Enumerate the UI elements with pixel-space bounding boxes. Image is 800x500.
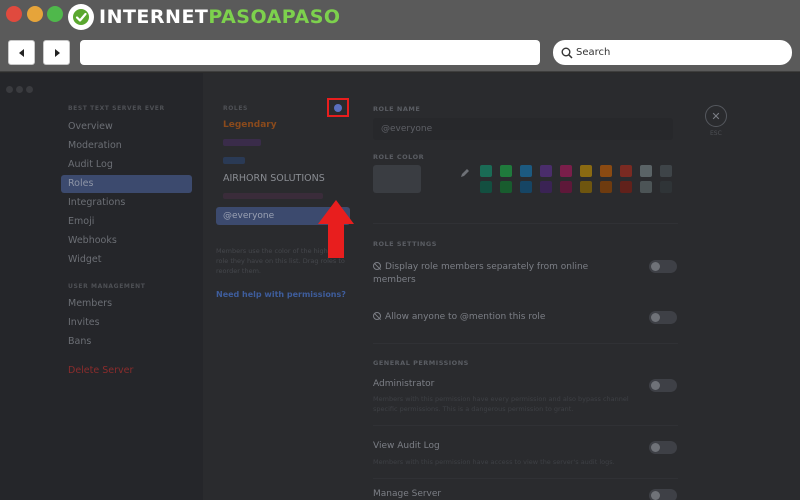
divider <box>373 478 678 479</box>
maximize-window-button[interactable] <box>47 6 63 22</box>
logo-text-accent: PASOAPASO <box>208 6 341 28</box>
close-settings-button[interactable]: ✕ <box>705 105 727 127</box>
color-swatch[interactable] <box>480 165 492 177</box>
color-swatch[interactable] <box>520 181 532 193</box>
title-bar: INTERNETPASOAPASO <box>0 0 800 34</box>
browser-chrome: INTERNETPASOAPASO Search <box>0 0 800 72</box>
permission-audit-log-title: View Audit Log <box>373 441 440 451</box>
site-logo: INTERNETPASOAPASO <box>68 4 341 30</box>
color-swatch[interactable] <box>580 165 592 177</box>
color-swatch[interactable] <box>640 165 652 177</box>
permission-manage-server-title: Manage Server <box>373 489 442 499</box>
sidebar-item-widget[interactable]: Widget <box>61 251 192 269</box>
search-label: Search <box>576 47 611 58</box>
role-item-blurred[interactable] <box>223 139 261 146</box>
close-window-button[interactable] <box>6 6 22 22</box>
default-color-swatch[interactable] <box>373 165 421 193</box>
logo-text-main: INTERNET <box>99 6 209 28</box>
color-swatch[interactable] <box>580 181 592 193</box>
esc-label: ESC <box>710 130 722 137</box>
permission-administrator-desc: Members with this permission have every … <box>373 395 629 413</box>
arrow-right-icon <box>54 48 60 57</box>
toggle-administrator[interactable] <box>649 379 677 392</box>
red-arrow-annotation <box>318 200 354 258</box>
close-icon: ✕ <box>711 109 721 123</box>
sidebar-item-invites[interactable]: Invites <box>61 314 192 332</box>
permission-administrator-title: Administrator <box>373 379 435 389</box>
general-permissions-label: GENERAL PERMISSIONS <box>373 359 469 367</box>
sidebar-section-header: BEST TEXT SERVER EVER <box>68 105 165 112</box>
sidebar-item-integrations[interactable]: Integrations <box>61 194 192 212</box>
sidebar-item-bans[interactable]: Bans <box>61 333 192 351</box>
color-swatch[interactable] <box>660 165 672 177</box>
divider <box>373 223 678 224</box>
role-name-label: ROLE NAME <box>373 105 421 113</box>
role-settings-label: ROLE SETTINGS <box>373 240 437 248</box>
color-swatch[interactable] <box>540 181 552 193</box>
forward-button[interactable] <box>43 40 70 65</box>
color-swatch[interactable] <box>640 181 652 193</box>
role-name-input[interactable]: @everyone <box>373 118 673 140</box>
color-swatch[interactable] <box>540 165 552 177</box>
divider <box>373 425 678 426</box>
color-swatch[interactable] <box>620 181 632 193</box>
toggle-manage-server[interactable] <box>649 489 677 500</box>
setting-allow-mention-label: Allow anyone to @mention this role <box>385 312 546 322</box>
role-item-blurred[interactable] <box>223 193 323 199</box>
no-sign-icon <box>373 262 381 270</box>
color-swatch[interactable] <box>620 165 632 177</box>
settings-sidebar: BEST TEXT SERVER EVER Overview Moderatio… <box>0 73 203 500</box>
no-sign-icon <box>373 312 381 320</box>
color-swatch[interactable] <box>560 165 572 177</box>
add-role-button[interactable] <box>327 98 349 117</box>
logo-icon <box>68 4 94 30</box>
role-color-label: ROLE COLOR <box>373 153 425 161</box>
discord-server-settings: BEST TEXT SERVER EVER Overview Moderatio… <box>0 73 800 500</box>
pencil-icon[interactable] <box>460 168 470 178</box>
color-swatch[interactable] <box>480 181 492 193</box>
minimize-window-button[interactable] <box>27 6 43 22</box>
search-input[interactable]: Search <box>553 40 792 65</box>
address-bar[interactable] <box>80 40 540 65</box>
roles-header: ROLES <box>223 105 248 112</box>
role-item-airhorn-solutions[interactable]: AIRHORN SOLUTIONS <box>223 173 325 184</box>
sidebar-item-moderation[interactable]: Moderation <box>61 137 192 155</box>
divider <box>373 343 678 344</box>
plus-icon <box>334 103 342 112</box>
search-icon <box>561 47 573 59</box>
window-dots <box>6 78 36 97</box>
sidebar-item-emoji[interactable]: Emoji <box>61 213 192 231</box>
back-button[interactable] <box>8 40 35 65</box>
setting-allow-mention: Allow anyone to @mention this role <box>373 312 545 322</box>
role-item-legendary[interactable]: Legendary <box>223 120 277 130</box>
permissions-help-link[interactable]: Need help with permissions? <box>216 290 346 299</box>
sidebar-item-roles[interactable]: Roles <box>61 175 192 193</box>
sidebar-item-webhooks[interactable]: Webhooks <box>61 232 192 250</box>
setting-display-separately: Display role members separately from onl… <box>373 261 633 287</box>
sidebar-item-audit-log[interactable]: Audit Log <box>61 156 192 174</box>
arrow-left-icon <box>18 48 24 57</box>
sidebar-item-overview[interactable]: Overview <box>61 118 192 136</box>
color-swatch[interactable] <box>660 181 672 193</box>
toggle-audit-log[interactable] <box>649 441 677 454</box>
sidebar-item-members[interactable]: Members <box>61 295 192 313</box>
toggle-display-separately[interactable] <box>649 260 677 273</box>
permission-audit-log-desc: Members with this permission have access… <box>373 458 615 466</box>
color-swatch[interactable] <box>500 165 512 177</box>
role-editor: ROLE NAME @everyone ✕ ESC ROLE COLOR ROL… <box>358 73 800 500</box>
color-swatch[interactable] <box>600 181 612 193</box>
color-swatch[interactable] <box>500 181 512 193</box>
logo-text: INTERNETPASOAPASO <box>99 6 341 28</box>
sidebar-item-delete-server[interactable]: Delete Server <box>61 362 192 380</box>
sidebar-section-header-user-management: USER MANAGEMENT <box>68 283 146 290</box>
roles-list-pane: ROLES Legendary AIRHORN SOLUTIONS @every… <box>203 73 358 500</box>
toggle-allow-mention[interactable] <box>649 311 677 324</box>
setting-display-separately-label: Display role members separately from onl… <box>373 262 589 285</box>
color-swatch[interactable] <box>600 165 612 177</box>
color-swatch[interactable] <box>520 165 532 177</box>
role-item-blurred[interactable] <box>223 157 245 164</box>
color-swatch[interactable] <box>560 181 572 193</box>
